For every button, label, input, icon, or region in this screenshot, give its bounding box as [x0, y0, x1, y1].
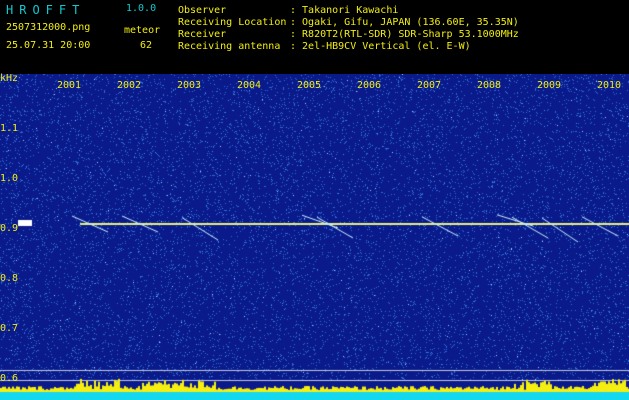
x-tick-2004: 2004	[237, 80, 262, 91]
y-tick-0-8: 0.8	[0, 273, 19, 284]
y-tick-0-9: 0.9	[0, 223, 19, 234]
y-unit-label: kHz	[0, 73, 19, 84]
x-tick-2002: 2002	[117, 80, 142, 91]
spectrogram-canvas	[0, 74, 629, 400]
x-tick-2006: 2006	[357, 80, 382, 91]
meteor-count: 62	[140, 40, 153, 51]
y-tick-0-7: 0.7	[0, 323, 19, 334]
x-tick-2009: 2009	[537, 80, 562, 91]
observer-label: Observer	[178, 5, 227, 16]
x-tick-2007: 2007	[417, 80, 442, 91]
filename-label: 2507312000.png	[6, 22, 91, 33]
observer-value: : Takanori Kawachi	[290, 5, 399, 16]
antenna-label: Receiving antenna	[178, 41, 281, 52]
location-value: : Ogaki, Gifu, JAPAN (136.60E, 35.35N)	[290, 17, 519, 28]
app-title: HROFFT	[6, 3, 86, 17]
y-tick-0-6: 0.6	[0, 373, 19, 384]
receiver-value: : R820T2(RTL-SDR) SDR-Sharp 53.1000MHz	[290, 29, 519, 40]
x-tick-2005: 2005	[297, 80, 322, 91]
datetime-label: 25.07.31 20:00	[6, 40, 91, 51]
x-tick-2003: 2003	[177, 80, 202, 91]
receiver-label: Receiver	[178, 29, 227, 40]
x-tick-2008: 2008	[477, 80, 502, 91]
header-panel: HROFFT 1.0.0 2507312000.png meteor 25.07…	[0, 0, 629, 74]
y-tick-1-0: 1.0	[0, 173, 19, 184]
antenna-value: : 2el-HB9CV Vertical (el. E-W)	[290, 41, 471, 52]
y-tick-1-1: 1.1	[0, 123, 19, 134]
meteor-label: meteor	[124, 25, 161, 36]
location-label: Receiving Location	[178, 17, 287, 28]
x-tick-2001: 2001	[57, 80, 82, 91]
x-tick-2010: 2010	[597, 80, 622, 91]
app-version: 1.0.0	[126, 3, 157, 14]
